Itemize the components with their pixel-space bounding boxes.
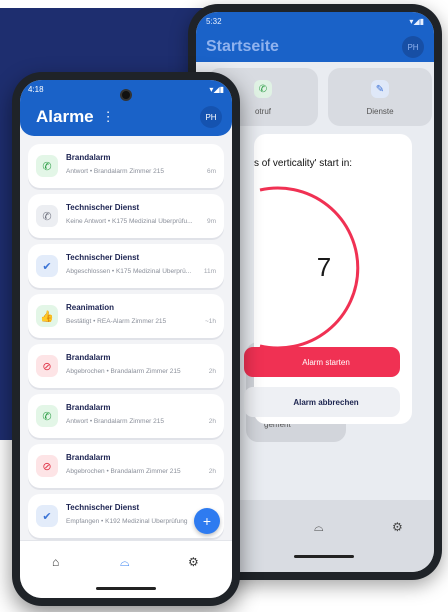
back-status-time: 5:32 — [206, 17, 222, 26]
alarm-time: 2h — [208, 418, 216, 425]
showcase-stage: 5:32 ▾◢▮ Startseite PH ✆ otruf ✎ Dienste… — [0, 0, 448, 612]
alarm-time: 2h — [208, 368, 216, 375]
alarm-subtitle: Abgebrochen • Brandalarm Zimmer 215 — [66, 368, 181, 375]
alarm-subtitle: Antwort • Brandalarm Zimmer 215 — [66, 418, 165, 425]
alarm-title: Technischer Dienst — [66, 203, 140, 212]
back-page-title: Startseite — [206, 38, 279, 55]
alarm-title: Technischer Dienst — [66, 503, 140, 512]
back-avatar[interactable]: PH — [402, 36, 424, 58]
alarm-subtitle: Keine Antwort • K175 Medizinal Überprüfu… — [66, 218, 192, 225]
avatar[interactable]: PH — [200, 106, 222, 128]
camera-cutout — [120, 89, 132, 101]
alarm-title: Brandalarm — [66, 153, 111, 162]
alarm-title: Reanimation — [66, 303, 115, 312]
app-header: Alarme ⋮ PH — [20, 98, 232, 136]
alarm-title: Brandalarm — [66, 353, 111, 362]
countdown-number: 7 — [316, 252, 332, 282]
alarm-list-item[interactable]: ⊘ Brandalarm Abgebrochen • Brandalarm Zimm… — [28, 344, 224, 388]
double-check-icon: ✔ — [36, 255, 58, 277]
alarm-subtitle: Abgebrochen • Brandalarm Zimmer 215 — [66, 468, 181, 475]
cancel-icon: ⊘ — [36, 455, 58, 477]
tile-dienste[interactable]: ✎ Dienste — [328, 68, 432, 126]
inbox-icon[interactable]: ⌓ — [314, 520, 324, 535]
front-phone: 4:18 ▾◢▮ Alarme ⋮ PH ✆ Brandalarm Antwort … — [12, 72, 240, 606]
edit-icon: ✎ — [371, 80, 389, 98]
alarm-title: Technischer Dienst — [66, 253, 140, 262]
page-title: Alarme — [36, 107, 94, 126]
back-status-indicators: ▾◢▮ — [409, 17, 424, 26]
alarm-subtitle: Bestätigt • REA-Alarm Zimmer 215 — [66, 318, 167, 325]
alarm-time: ~1h — [204, 318, 216, 325]
settings-icon[interactable]: ⚙ — [392, 520, 403, 534]
phone-icon: ✆ — [254, 80, 272, 98]
dialog-question: s of verticality' start in: — [254, 158, 353, 169]
bottom-nav: ⌂ ⌓ ⚙ — [20, 540, 232, 598]
home-icon[interactable]: ⌂ — [52, 555, 59, 569]
back-home-indicator — [294, 555, 354, 558]
alarm-countdown-dialog: s of verticality' start in: 7 Alarm star… — [244, 134, 412, 424]
alarm-time: 2h — [208, 468, 216, 475]
front-phone-screen: 4:18 ▾◢▮ Alarme ⋮ PH ✆ Brandalarm Antwort … — [20, 80, 232, 598]
alarm-list: ✆ Brandalarm Antwort • Brandalarm Zimmer 2… — [28, 144, 224, 544]
alarm-subtitle: Abgeschlossen • K175 Medizinal Überprü..… — [66, 268, 192, 275]
alarm-title: Brandalarm — [66, 453, 111, 462]
inbox-icon[interactable]: ⌓ — [120, 555, 130, 570]
phone-icon: ✆ — [36, 155, 58, 177]
status-indicators: ▾◢▮ — [209, 84, 224, 94]
more-vert-icon[interactable]: ⋮ — [102, 109, 115, 125]
settings-icon[interactable]: ⚙ — [188, 555, 199, 569]
alarm-title: Brandalarm — [66, 403, 111, 412]
cancel-alarm-button[interactable]: Alarm abbrechen — [244, 387, 400, 417]
alarm-list-item[interactable]: ✆ Brandalarm Antwort • Brandalarm Zimmer 2… — [28, 394, 224, 438]
home-indicator — [96, 587, 156, 590]
alarm-list-item[interactable]: ✆ Technischer Dienst Keine Antwort • K175 … — [28, 194, 224, 238]
alarm-list-item[interactable]: ✔ Technischer Dienst Abgeschlossen • K175 … — [28, 244, 224, 288]
add-alarm-button[interactable]: + — [194, 508, 220, 534]
alarm-list-item[interactable]: ✆ Brandalarm Antwort • Brandalarm Zimmer 2… — [28, 144, 224, 188]
start-alarm-button[interactable]: Alarm starten — [244, 347, 400, 377]
alarm-time: 9m — [206, 218, 216, 225]
cancel-icon: ⊘ — [36, 355, 58, 377]
tile-dienste-label: Dienste — [366, 107, 394, 116]
status-time: 4:18 — [28, 84, 44, 94]
phone-icon: ✆ — [36, 405, 58, 427]
back-status-bar: 5:32 ▾◢▮ — [196, 12, 434, 32]
thumbs-up-icon: 👍 — [36, 305, 58, 327]
alarm-subtitle: Antwort • Brandalarm Zimmer 215 — [66, 168, 165, 175]
alarm-list-item[interactable]: ⊘ Brandalarm Abgebrochen • Brandalarm Zimm… — [28, 444, 224, 488]
alarm-subtitle: Empfangen • K192 Medizinal Überprüfung — [66, 518, 188, 525]
alarm-time: 6m — [206, 168, 216, 175]
alarm-time: 11m — [203, 268, 216, 275]
back-app-header: Startseite PH — [196, 32, 434, 62]
phone-missed-icon: ✆ — [36, 205, 58, 227]
double-check-icon: ✔ — [36, 505, 58, 527]
alarm-list-item[interactable]: 👍 Reanimation Bestätigt • REA-Alarm Zimmer… — [28, 294, 224, 338]
